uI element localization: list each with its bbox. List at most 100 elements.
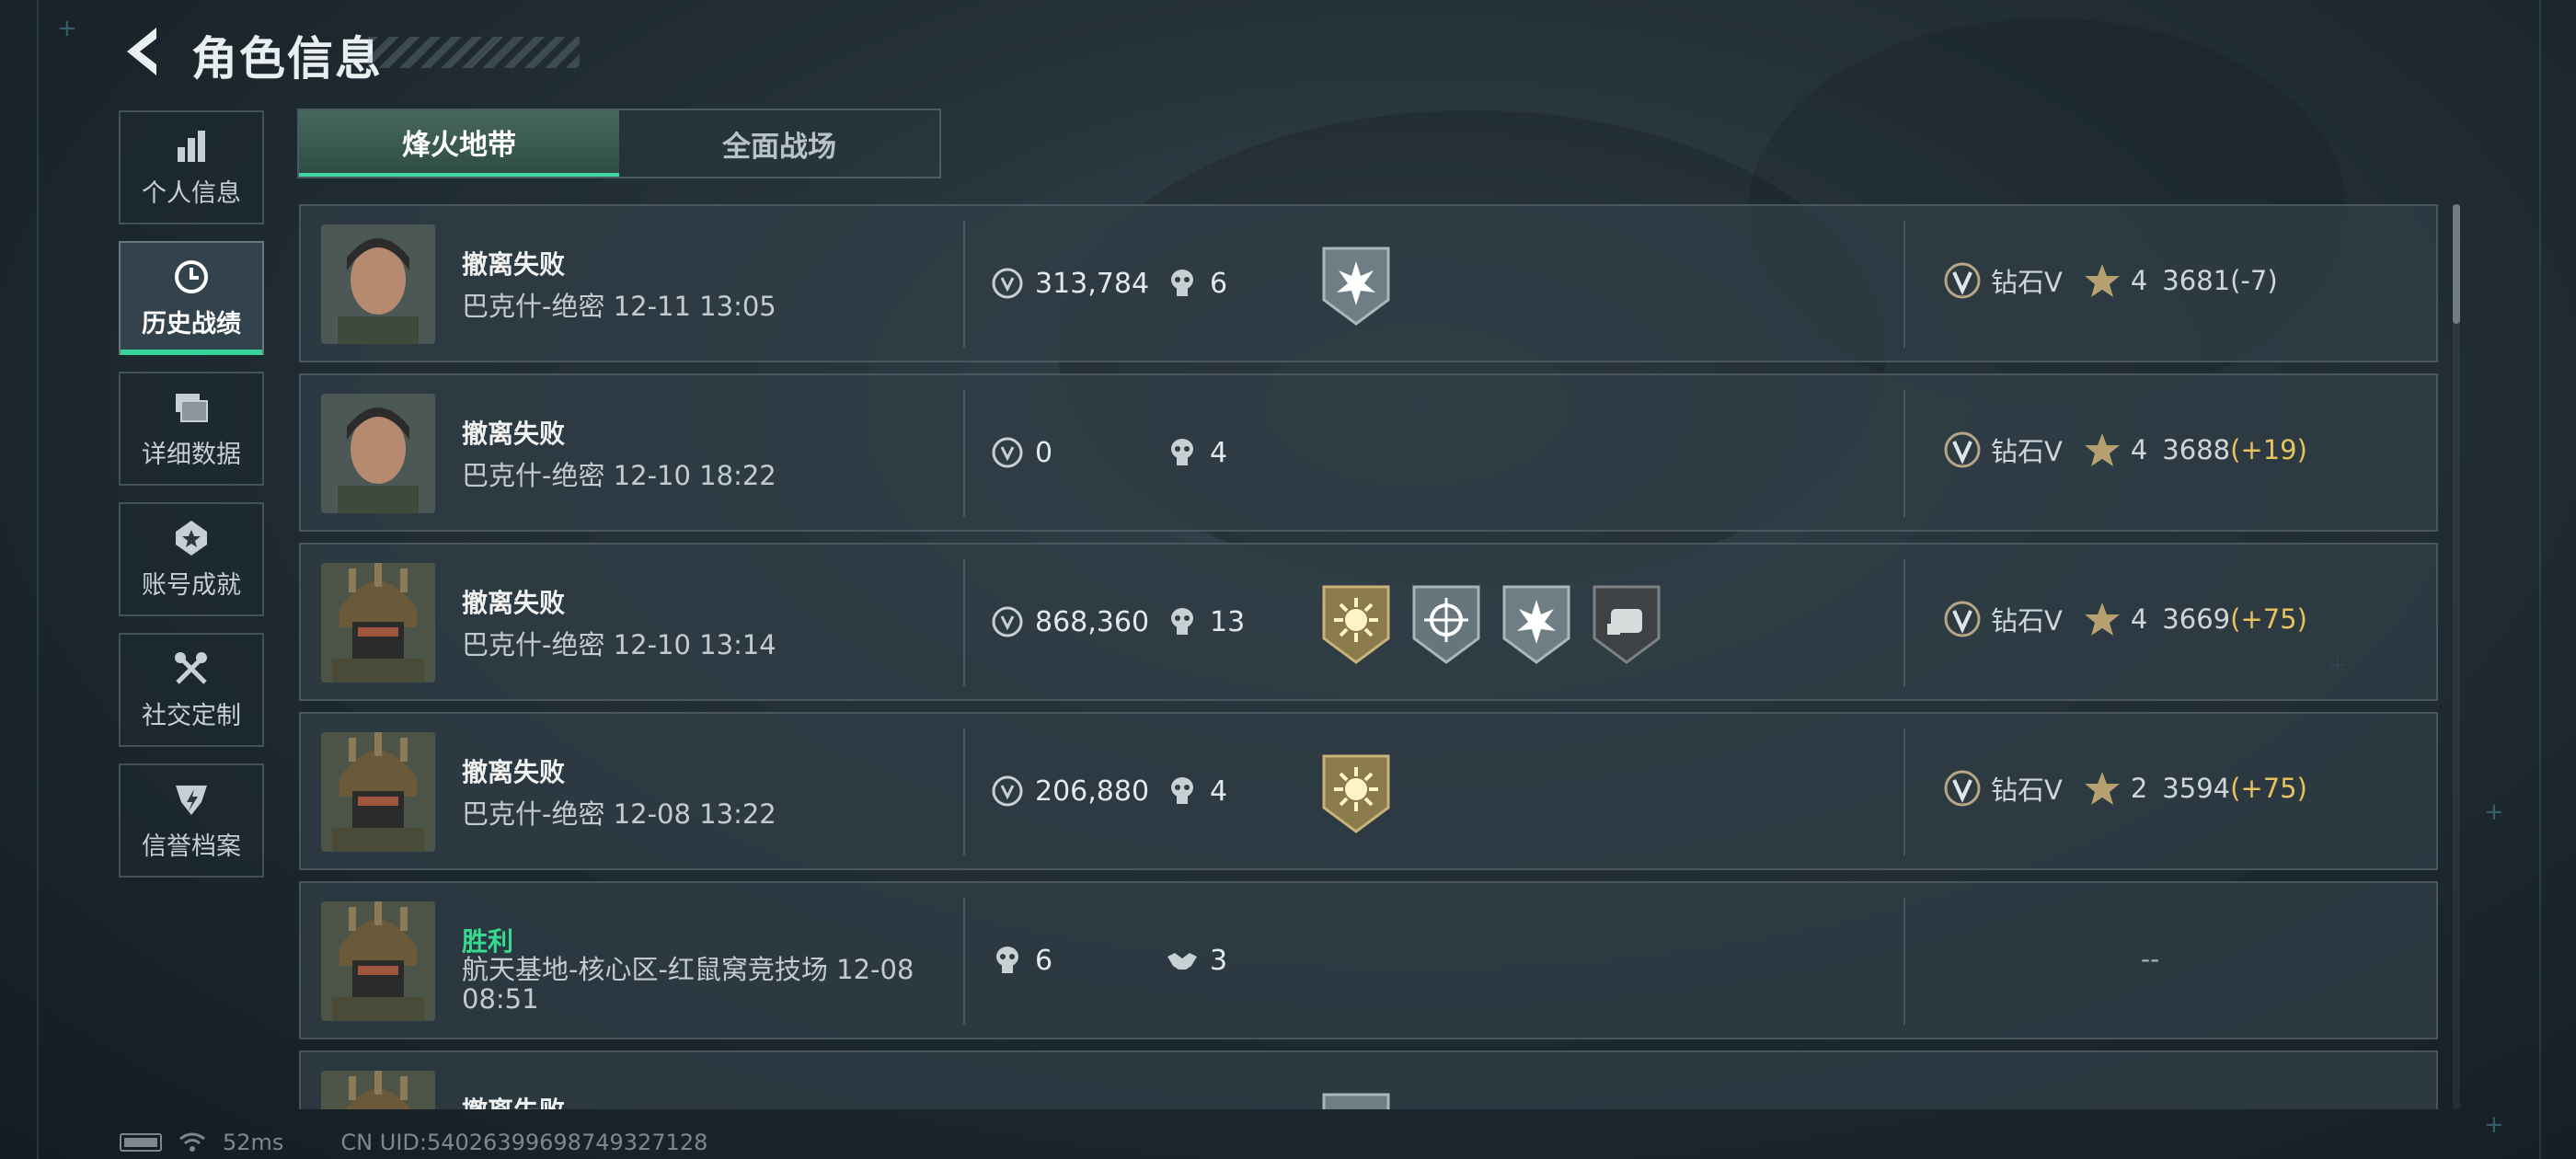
match-record-row[interactable]: 胜利 航天基地-核心区-红鼠窝竞技场 12-08 08:51 6 3 -- — [299, 881, 2438, 1039]
diamond-rank-icon — [1944, 262, 1981, 299]
coin-icon — [992, 775, 1023, 807]
page-title: 角色信息 — [191, 32, 383, 86]
rank-delta: (+75) — [2230, 603, 2307, 635]
sidebar-item-label: 社交定制 — [142, 701, 241, 730]
loot-value-text: 313,784 — [1035, 267, 1150, 300]
star-icon — [2084, 433, 2120, 466]
sidebar-item-reputation[interactable]: 信誉档案 — [119, 763, 264, 878]
achievement-icon — [176, 520, 207, 556]
star-count: 4 — [2130, 603, 2148, 635]
list-scrollbar[interactable] — [2453, 204, 2460, 1109]
gold-sun-badge-icon[interactable] — [1320, 583, 1392, 664]
sidebar-item-label: 历史战绩 — [142, 309, 241, 339]
operator-avatar — [321, 224, 435, 344]
match-map-time: 巴克什-绝密 12-11 13:05 — [462, 291, 776, 322]
back-arrow-icon[interactable] — [120, 24, 164, 79]
sidebar-item-detailed-data[interactable]: 详细数据 — [119, 372, 264, 486]
ping-text: 52ms — [223, 1130, 284, 1155]
silver-burst-badge-icon[interactable] — [1320, 1091, 1392, 1109]
decorative-line — [2539, 0, 2541, 1159]
battery-icon — [120, 1133, 162, 1152]
match-result: 撤离失败 — [462, 1091, 565, 1109]
match-result: 撤离失败 — [462, 757, 566, 787]
operator-avatar — [321, 732, 435, 852]
rank-info: 钻石V 4 3681 (-7) — [1943, 261, 2278, 300]
silver-burst-badge-icon[interactable] — [1320, 245, 1392, 326]
operator-avatar — [321, 563, 435, 683]
coin-icon — [992, 268, 1023, 299]
rank-delta: (+75) — [2230, 773, 2307, 804]
bar-chart-icon — [178, 130, 205, 162]
match-record-row[interactable]: 撤离失败 — [299, 1050, 2438, 1109]
kill-count-text: 6 — [1035, 944, 1053, 977]
sidebar-item-achievements[interactable]: 账号成就 — [119, 502, 264, 616]
rank-score: 3681 — [2162, 265, 2231, 296]
kill-count: 6 — [1166, 265, 1227, 302]
star-count: 4 — [2130, 434, 2148, 465]
divider — [1903, 729, 1905, 855]
kill-count-text: 4 — [1210, 436, 1228, 469]
rank-info: 钻石V 2 3594 (+75) — [1943, 769, 2307, 808]
coin-icon — [992, 606, 1023, 637]
divider — [963, 221, 965, 348]
divider — [963, 390, 965, 517]
sidebar-item-history[interactable]: 历史战绩 — [119, 241, 264, 355]
sidebar-item-personal-info[interactable]: 个人信息 — [119, 110, 264, 224]
star-count: 2 — [2130, 773, 2148, 804]
tab-hazard-zone[interactable]: 烽火地带 — [299, 110, 619, 177]
title-decoration — [368, 37, 580, 68]
decorative-plus: + — [2484, 1111, 2504, 1139]
history-clock-icon — [175, 259, 208, 293]
kill-count: 6 — [991, 942, 1052, 979]
reputation-icon — [176, 785, 207, 815]
scrollbar-thumb[interactable] — [2453, 204, 2460, 324]
rank-placeholder: -- — [2141, 944, 2160, 974]
match-result: 胜利 — [462, 926, 514, 957]
tools-icon — [175, 651, 207, 684]
skull-icon — [1171, 608, 1193, 635]
rank-info: 钻石V 4 3688 (+19) — [1943, 430, 2307, 469]
divider — [963, 729, 965, 855]
skull-icon — [996, 947, 1018, 973]
match-map-time: 巴克什-绝密 12-08 13:22 — [462, 798, 776, 830]
match-result: 撤离失败 — [462, 249, 566, 280]
uid-text: CN UID:540263996987493271​28 — [340, 1130, 708, 1155]
rank-name: 钻石V — [1991, 775, 2063, 806]
kill-count-text: 13 — [1210, 605, 1246, 638]
match-history-list[interactable]: 撤离失败 巴克什-绝密 12-11 13:05 313,784 6 钻石V 4 … — [299, 204, 2438, 1109]
handshake-icon — [1167, 953, 1197, 970]
sidebar-item-label: 信誉档案 — [142, 832, 241, 861]
diamond-rank-icon — [1944, 431, 1981, 468]
match-record-row[interactable]: 撤离失败 巴克什-绝密 12-10 13:14 868,360 13 钻石V 4… — [299, 543, 2438, 701]
rank-name: 钻石V — [1991, 436, 2063, 467]
skull-icon — [1171, 439, 1193, 465]
star-icon — [2084, 602, 2120, 636]
match-map-time: 巴克什-绝密 12-10 18:22 — [462, 460, 776, 491]
sidebar-item-social[interactable]: 社交定制 — [119, 633, 264, 747]
rank-name: 钻石V — [1991, 605, 2063, 637]
decorative-plus: + — [2484, 798, 2504, 826]
match-record-row[interactable]: 撤离失败 巴克什-绝密 12-08 13:22 206,880 4 钻石V 2 … — [299, 712, 2438, 870]
match-record-row[interactable]: 撤离失败 巴克什-绝密 12-11 13:05 313,784 6 钻石V 4 … — [299, 204, 2438, 362]
match-record-row[interactable]: 撤离失败 巴克什-绝密 12-10 18:22 0 4 钻石V 4 3688 (+… — [299, 373, 2438, 532]
star-icon — [2084, 264, 2120, 297]
dark-fist-badge-icon[interactable] — [1591, 583, 1662, 664]
decorative-line — [37, 0, 39, 1159]
loot-value: 868,360 — [991, 603, 1149, 640]
kill-count: 13 — [1166, 603, 1245, 640]
loot-value: 313,784 — [991, 265, 1149, 302]
rank-delta: (+19) — [2230, 434, 2307, 465]
silver-crosshair-badge-icon[interactable] — [1410, 583, 1482, 664]
sidebar-item-label: 详细数据 — [142, 440, 241, 469]
tab-full-battlefield[interactable]: 全面战场 — [619, 110, 939, 177]
silver-burst-badge-icon[interactable] — [1501, 583, 1572, 664]
match-map-time: 航天基地-核心区-红鼠窝竞技场 12-08 08:51 — [462, 954, 914, 1015]
kill-count: 4 — [1166, 434, 1227, 471]
kill-count-text: 6 — [1210, 267, 1228, 300]
operator-avatar — [321, 1071, 435, 1109]
rank-name: 钻石V — [1991, 267, 2063, 298]
match-result: 撤离失败 — [462, 419, 566, 449]
divider — [1903, 559, 1905, 686]
match-result: 撤离失败 — [462, 588, 566, 618]
gold-sun-badge-icon[interactable] — [1320, 752, 1392, 833]
